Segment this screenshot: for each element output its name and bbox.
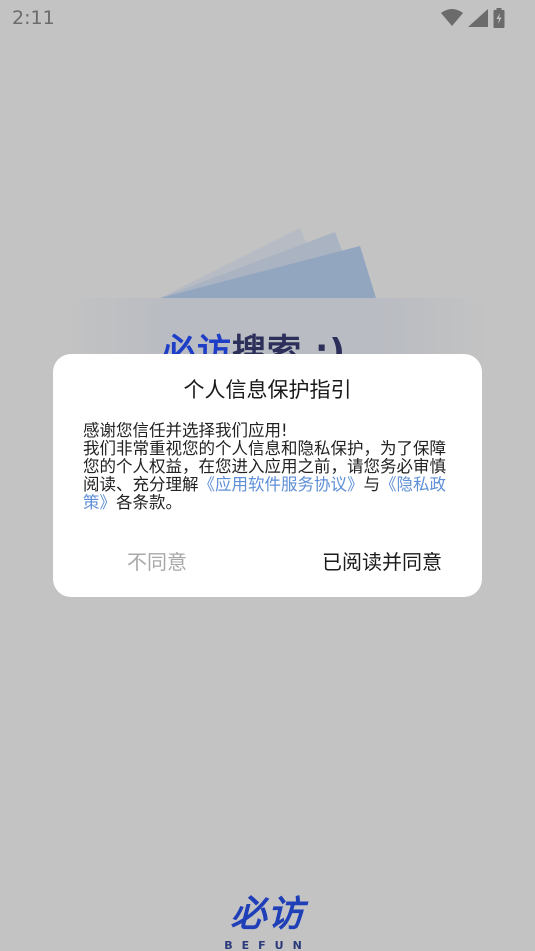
dialog-body: 感谢您信任并选择我们应用! 我们非常重视您的个人信息和隐私保护，为了保障您的个人… [83,422,455,512]
dialog-body-line1: 感谢您信任并选择我们应用! [83,421,288,440]
dialog-body-tail: 各条款。 [116,493,182,512]
status-time: 2:11 [12,7,55,29]
disagree-button[interactable]: 不同意 [127,546,187,575]
brand-logo: 必访 [230,894,305,935]
brand-subtitle: BEFUN [224,939,311,951]
terms-link[interactable]: 《应用软件服务协议》 [199,475,364,494]
signal-icon [468,9,488,27]
wifi-icon [441,9,463,26]
dialog-title: 个人信息保护指引 [183,378,352,402]
agree-button[interactable]: 已阅读并同意 [322,546,442,575]
status-icons [441,8,505,28]
dialog-body-and: 与 [363,475,381,494]
privacy-dialog: 个人信息保护指引 感谢您信任并选择我们应用! 我们非常重视您的个人信息和隐私保护… [53,354,482,597]
status-bar: 2:11 [0,0,535,36]
battery-charging-icon [493,8,505,28]
brand-footer: 必访 BEFUN [0,885,535,951]
